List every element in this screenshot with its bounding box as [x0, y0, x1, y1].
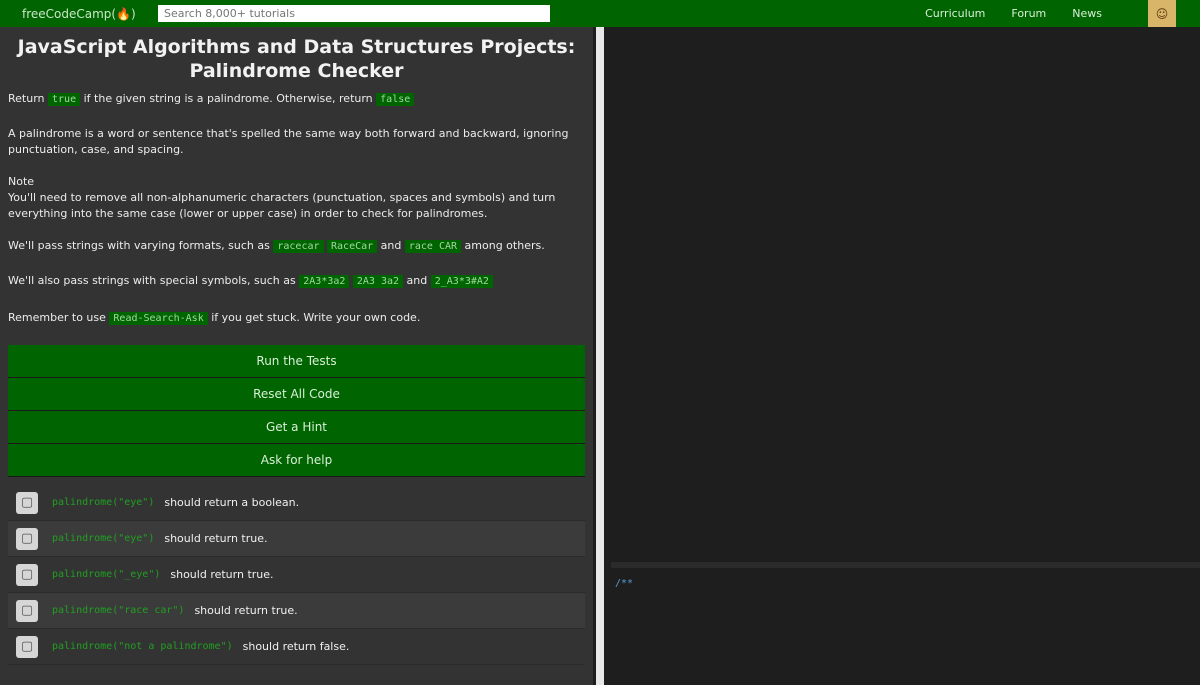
console-output: /**	[615, 578, 634, 589]
read-search-ask-link[interactable]: Read-Search-Ask	[109, 312, 208, 325]
nav-links: Curriculum Forum News ☺	[925, 0, 1200, 27]
avatar[interactable]: ☺	[1148, 0, 1176, 27]
test-status-icon: ▢	[16, 563, 38, 586]
test-code: palindrome("eye")	[52, 497, 155, 508]
test-label: should return true.	[164, 532, 268, 545]
test-code: palindrome("_eye")	[52, 569, 161, 580]
description-paragraph-5: We'll also pass strings with special sym…	[8, 273, 585, 290]
inline-code: 2_A3*3#A2	[430, 275, 493, 288]
test-status-icon: ▢	[16, 599, 38, 622]
text: We'll also pass strings with special sym…	[8, 274, 296, 287]
editor-panel: /**	[611, 27, 1200, 685]
nav-link-news[interactable]: News	[1072, 7, 1102, 20]
inline-code: RaceCar	[327, 240, 378, 253]
test-label: should return a boolean.	[164, 496, 300, 509]
site-logo[interactable]: freeCodeCamp(🔥)	[22, 7, 150, 21]
challenge-panel: JavaScript Algorithms and Data Structure…	[0, 27, 593, 685]
inline-code: race CAR	[404, 240, 462, 253]
code-editor[interactable]	[611, 27, 1200, 562]
test-item: ▢ palindrome("race car") should return t…	[8, 593, 585, 629]
inline-code: false	[376, 93, 415, 106]
search-input[interactable]	[158, 5, 550, 22]
inline-code: 2A3 3a2	[352, 275, 404, 288]
run-tests-button[interactable]: Run the Tests	[8, 345, 585, 378]
text: Return	[8, 92, 45, 105]
ask-help-button[interactable]: Ask for help	[8, 444, 585, 477]
test-code: palindrome("not a palindrome")	[52, 641, 233, 652]
reset-code-button[interactable]: Reset All Code	[8, 378, 585, 411]
test-item: ▢ palindrome("eye") should return a bool…	[8, 485, 585, 521]
text: We'll pass strings with varying formats,…	[8, 239, 270, 252]
pane-resizer[interactable]	[593, 27, 611, 685]
test-item: ▢ palindrome("eye") should return true.	[8, 521, 585, 557]
text: You'll need to remove all non-alphanumer…	[8, 191, 556, 220]
text: if you get stuck. Write your own code.	[211, 311, 421, 324]
text: and	[380, 239, 402, 252]
test-item: ▢ palindrome("not a palindrome") should …	[8, 629, 585, 665]
description-paragraph-6: Remember to use Read-Search-Ask if you g…	[8, 310, 585, 327]
text: Remember to use	[8, 311, 106, 324]
test-label: should return true.	[170, 568, 274, 581]
test-status-icon: ▢	[16, 527, 38, 550]
test-code: palindrome("eye")	[52, 533, 155, 544]
text: if the given string is a palindrome. Oth…	[83, 92, 373, 105]
resizer-handle[interactable]	[596, 27, 604, 685]
output-console: /**	[611, 572, 1200, 685]
get-hint-button[interactable]: Get a Hint	[8, 411, 585, 444]
challenge-title: JavaScript Algorithms and Data Structure…	[17, 36, 576, 82]
test-label: should return true.	[194, 604, 298, 617]
nav-link-curriculum[interactable]: Curriculum	[925, 7, 985, 20]
description-paragraph-4: We'll pass strings with varying formats,…	[8, 238, 585, 255]
nav-link-forum[interactable]: Forum	[1011, 7, 1046, 20]
inline-code: 2A3*3a2	[299, 275, 350, 288]
text: and	[406, 274, 428, 287]
console-resizer[interactable]	[611, 562, 1200, 568]
test-status-icon: ▢	[16, 491, 38, 514]
description-paragraph-1: Return true if the given string is a pal…	[8, 91, 585, 108]
text: among others.	[464, 239, 545, 252]
note-label: Note	[8, 175, 35, 188]
inline-code: true	[48, 93, 81, 106]
description-paragraph-3: Note You'll need to remove all non-alpha…	[8, 174, 585, 222]
test-label: should return false.	[242, 640, 350, 653]
top-navbar: freeCodeCamp(🔥) Curriculum Forum News ☺	[0, 0, 1200, 27]
test-code: palindrome("race car")	[52, 605, 185, 616]
test-status-icon: ▢	[16, 635, 38, 658]
test-item: ▢ palindrome("_eye") should return true.	[8, 557, 585, 593]
description-paragraph-2: A palindrome is a word or sentence that'…	[8, 127, 569, 156]
inline-code: racecar	[273, 240, 324, 253]
